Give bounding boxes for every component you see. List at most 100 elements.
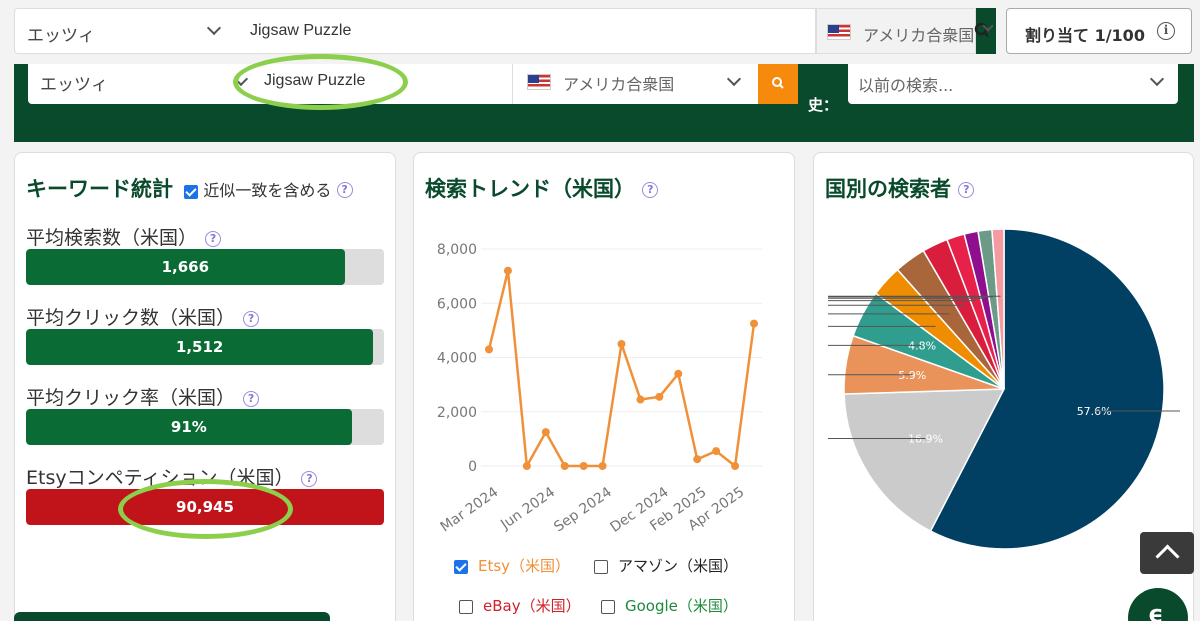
stat-bar-fill: 90,945 [26, 489, 384, 525]
search-trend-title: 検索トレンド（米国） ? [425, 173, 659, 203]
series-line [487, 270, 756, 471]
stat-bar: 90,945 [26, 489, 384, 525]
x-tick-label: Jun 2024 [497, 484, 558, 533]
marketplace-select[interactable]: エッツィ [14, 8, 236, 54]
search-trend-panel: 検索トレンド（米国） ? 0 2,000 4,000 6,000 8,000 Mar 20… [413, 152, 795, 621]
chevron-down-icon [1149, 71, 1165, 87]
stat-label-text: 平均クリック数（米国） [26, 307, 236, 329]
search-button[interactable] [974, 8, 996, 54]
us-flag-icon [527, 74, 551, 90]
bottom-action-button[interactable] [14, 612, 330, 621]
y-tick-label: 0 [468, 459, 477, 475]
assign-quota-label: 割り当て 1/100 [1025, 26, 1145, 45]
chevron-down-icon [233, 71, 249, 87]
legend-item[interactable]: eBay（米国） [459, 595, 581, 616]
stat-bar-fill: 91% [26, 409, 352, 445]
y-tick-label: 8,000 [437, 242, 477, 258]
keyword-input-value: Jigsaw Puzzle [250, 22, 352, 39]
help-icon[interactable]: ? [336, 182, 353, 198]
stat-bar-value: 91% [170, 418, 207, 436]
help-icon[interactable]: ? [205, 230, 222, 247]
approx-match-toggle[interactable]: 近似一致を含める [184, 181, 336, 200]
legend-item[interactable]: アマゾン（米国） [594, 555, 738, 576]
data-point [636, 395, 645, 404]
data-point [693, 455, 702, 464]
stat-label-text: Etsyコンペティション（米国） [26, 467, 294, 489]
country-searchers-title-text: 国別の検索者 [825, 177, 951, 201]
keyword-stats-panel: キーワード統計 近似一致を含める ? 平均検索数（米国）? 1,666 平均クリック… [14, 152, 396, 621]
approx-match-checkbox[interactable] [184, 184, 199, 199]
legend-checkbox[interactable] [454, 559, 468, 574]
help-icon[interactable]: ? [301, 470, 318, 487]
keyword-stats-title: キーワード統計 近似一致を含める ? [26, 173, 353, 203]
stat-label: 平均クリック数（米国）? [26, 303, 260, 330]
banner-keyword-input[interactable]: Jigsaw Puzzle [260, 64, 512, 104]
data-point [560, 462, 569, 470]
data-point [579, 462, 588, 470]
country-select[interactable]: アメリカ合衆国 [816, 8, 976, 54]
legend-label: eBay（米国） [483, 597, 581, 615]
legend-label: Google（米国） [625, 597, 738, 615]
help-icon[interactable]: ? [243, 390, 260, 407]
legend-label: アマゾン（米国） [618, 557, 739, 575]
approx-match-label: 近似一致を含める [203, 181, 332, 200]
stat-bar-value: 1,666 [161, 258, 210, 276]
keyword-stats-title-text: キーワード統計 [26, 177, 173, 201]
data-point [750, 319, 758, 328]
banner-search-button[interactable] [758, 64, 798, 104]
keyword-input[interactable]: Jigsaw Puzzle [236, 8, 816, 54]
search-trend-title-text: 検索トレンド（米国） [425, 177, 635, 201]
marketplace-select-value: エッツィ [27, 26, 95, 46]
legend-checkbox[interactable] [594, 559, 608, 574]
data-point [712, 447, 721, 456]
data-point [485, 345, 493, 354]
data-point [598, 462, 607, 470]
top-search-bar: エッツィ Jigsaw Puzzle アメリカ合衆国 割り当て 1/100 i [0, 0, 1200, 64]
legend-item[interactable]: Etsy（米国） [454, 555, 570, 576]
chat-icon: ϵ [1148, 600, 1164, 621]
data-point [617, 339, 626, 348]
data-point [655, 392, 664, 401]
legend-item[interactable]: Google（米国） [601, 595, 738, 616]
data-point [522, 462, 531, 470]
help-icon[interactable]: ? [958, 182, 975, 198]
country-searchers-title: 国別の検索者 ? [825, 173, 975, 203]
x-tick-label: Sep 2024 [551, 484, 615, 535]
stat-bar: 1,666 [26, 249, 384, 285]
chevron-down-icon [206, 20, 222, 36]
stat-label: 平均検索数（米国）? [26, 223, 222, 250]
history-label: 史： [808, 96, 839, 114]
data-point [541, 428, 550, 437]
banner-marketplace-value: エッツィ [40, 75, 108, 95]
history-placeholder: 以前の検索... [858, 76, 954, 95]
help-icon[interactable]: ? [642, 182, 659, 198]
stat-label: Etsyコンペティション（米国）? [26, 463, 318, 490]
country-select-value: アメリカ合衆国 [863, 26, 975, 45]
search-icon [772, 77, 784, 89]
y-tick-label: 2,000 [437, 405, 477, 421]
help-icon[interactable]: ? [243, 310, 260, 327]
stat-label: 平均クリック率（米国）? [26, 383, 260, 410]
banner-country-value: アメリカ合衆国 [563, 75, 675, 94]
stat-bar-value: 90,945 [176, 498, 234, 516]
y-tick-label: 4,000 [437, 351, 477, 367]
banner-country-select[interactable]: アメリカ合衆国 [512, 64, 758, 104]
assign-quota-button[interactable]: 割り当て 1/100 i [1006, 8, 1192, 54]
us-flag-icon [827, 24, 851, 40]
country-pie-chart: 57.6%16.9%5.9%4.8% [828, 229, 1180, 549]
legend-checkbox[interactable] [459, 599, 473, 614]
stat-label-text: 平均クリック率（米国） [26, 387, 236, 409]
legend-checkbox[interactable] [601, 599, 615, 614]
data-point [674, 369, 683, 378]
info-icon[interactable]: i [1157, 22, 1175, 40]
banner-marketplace-select[interactable]: エッツィ [28, 64, 260, 104]
search-icon [974, 22, 988, 38]
search-banner: エッツィ Jigsaw Puzzle アメリカ合衆国 史： 以前の検索... [14, 64, 1194, 142]
history-select[interactable]: 以前の検索... [848, 64, 1178, 104]
scroll-to-top-button[interactable] [1140, 532, 1194, 574]
stat-bar-fill: 1,666 [26, 249, 345, 285]
stat-bar-value: 1,512 [175, 338, 224, 356]
country-searchers-panel: 国別の検索者 ? 57.6% 16.9% 5.9% 4.8% [813, 152, 1194, 621]
stat-bar: 1,512 [26, 329, 384, 365]
y-tick-label: 6,000 [437, 296, 477, 312]
